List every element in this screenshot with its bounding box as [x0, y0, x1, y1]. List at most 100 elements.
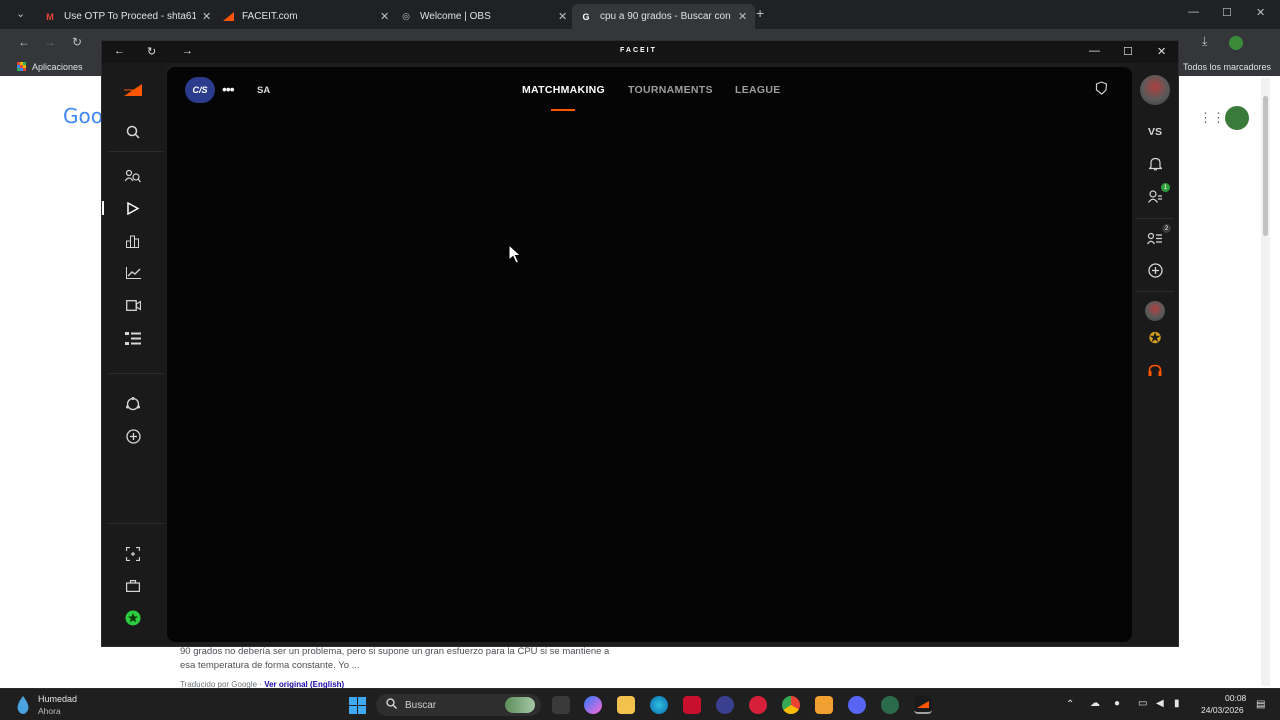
chrome-icon[interactable] [782, 696, 800, 714]
faceit-logo-icon[interactable] [122, 79, 144, 101]
party-count-badge: 2 [1162, 224, 1171, 233]
forward-icon[interactable]: → [182, 45, 193, 57]
party-member-avatar[interactable] [1145, 301, 1165, 321]
tray-chevron-icon[interactable]: ⌃ [1066, 699, 1074, 710]
tab-faceit[interactable]: FACEIT.com ✕ [214, 4, 397, 29]
faceit-icon [222, 11, 234, 23]
obs-icon[interactable] [716, 696, 734, 714]
reload-icon[interactable]: ↻ [147, 45, 156, 58]
tab-search-chevron-icon[interactable]: ⌄ [16, 7, 25, 20]
back-icon[interactable]: ← [18, 35, 30, 49]
result-snippet: 90 grados no debería ser un problema, pe… [180, 646, 610, 657]
xbox-icon[interactable] [881, 696, 899, 714]
maximize-icon[interactable]: ☐ [1123, 45, 1133, 58]
versus-label[interactable]: VS [1144, 121, 1166, 143]
new-tab-icon[interactable]: + [756, 5, 764, 21]
game-selector-badge[interactable]: C/S [185, 77, 215, 103]
fullscreen-icon[interactable] [122, 543, 144, 565]
google-logo-text: Goo [63, 104, 103, 128]
task-view-icon[interactable] [552, 696, 570, 714]
display-icon[interactable]: ▭ [1138, 698, 1147, 709]
globe-icon: ◎ [402, 11, 410, 21]
close-tab-icon[interactable]: ✕ [202, 10, 211, 23]
close-window-icon[interactable]: ✕ [1256, 6, 1265, 19]
microphone-icon[interactable]: ● [1114, 698, 1120, 709]
battery-icon[interactable]: ▮ [1174, 698, 1180, 709]
faceit-titlebar: ← ↻ → FACEIT — ☐ ✕ [102, 41, 1178, 63]
taskbar-search-box[interactable]: Buscar [376, 694, 541, 716]
volume-icon[interactable]: ◀ [1156, 698, 1164, 709]
edge-icon[interactable] [650, 696, 668, 714]
tab-matchmaking[interactable]: MATCHMAKING [522, 84, 605, 96]
user-avatar[interactable] [1140, 75, 1170, 105]
windows-start-icon[interactable] [349, 697, 366, 714]
reload-icon[interactable]: ↻ [72, 35, 82, 49]
profile-avatar[interactable] [1229, 36, 1243, 50]
close-tab-icon[interactable]: ✕ [738, 10, 747, 23]
weather-title[interactable]: Humedad [38, 694, 77, 704]
premium-star-icon[interactable] [122, 607, 144, 629]
add-circle-icon[interactable] [1144, 259, 1166, 281]
apps-grid-icon [17, 62, 26, 71]
weather-icon[interactable] [14, 695, 32, 715]
faceit-taskbar-icon[interactable] [914, 696, 932, 714]
notifications-bell-icon[interactable] [1144, 153, 1166, 175]
tab-league[interactable]: LEAGUE [735, 84, 781, 96]
tab-title: Use OTP To Proceed - shta6120 [64, 11, 196, 22]
rankings-icon[interactable] [122, 230, 144, 252]
windows-taskbar: Humedad Ahora Buscar ⌃ ☁ ● ▭ ◀ ▮ 00:08 2… [0, 688, 1280, 720]
clock-time[interactable]: 00:08 [1225, 693, 1246, 703]
search-icon[interactable] [122, 121, 144, 143]
copilot-icon[interactable] [584, 696, 602, 714]
weather-subtitle: Ahora [38, 706, 61, 716]
faceit-right-sidebar: VS 1 2 ✪ [1132, 63, 1178, 646]
discord-icon[interactable] [848, 696, 866, 714]
file-explorer-icon[interactable] [617, 696, 635, 714]
play-icon[interactable] [122, 197, 144, 219]
active-tab-indicator [551, 109, 575, 111]
find-players-icon[interactable] [122, 165, 144, 187]
clubs-icon[interactable] [122, 393, 144, 415]
tab-gmail[interactable]: M Use OTP To Proceed - shta6120 ✕ [36, 4, 219, 29]
download-icon[interactable]: ⤓ [1202, 34, 1207, 49]
stats-chart-icon[interactable] [122, 262, 144, 284]
video-icon[interactable] [122, 294, 144, 316]
result-snippet: esa temperatura de forma constante. Yo .… [180, 660, 360, 671]
shield-icon[interactable] [1095, 81, 1108, 100]
character-avatar-icon[interactable]: ✪ [1145, 328, 1165, 348]
google-icon: G [582, 11, 590, 22]
friends-count-badge: 1 [1161, 183, 1170, 192]
mouse-cursor [508, 243, 522, 269]
more-options-icon[interactable]: ••• [222, 77, 235, 101]
close-tab-icon[interactable]: ✕ [380, 10, 389, 23]
maximize-icon[interactable]: ☐ [1222, 6, 1232, 19]
google-logo: Goo [63, 104, 103, 128]
faceit-window: ← ↻ → FACEIT — ☐ ✕ C/S ••• SA MATCHMAKIN… [101, 40, 1179, 647]
region-label[interactable]: SA [257, 85, 270, 96]
tab-tournaments[interactable]: TOURNAMENTS [628, 84, 713, 96]
briefcase-icon[interactable] [122, 575, 144, 597]
bookmark-apps[interactable]: Aplicaciones [32, 62, 83, 72]
close-window-icon[interactable]: ✕ [1157, 45, 1166, 58]
app-icon[interactable] [815, 696, 833, 714]
google-account-avatar[interactable] [1225, 106, 1249, 130]
add-circle-icon[interactable] [122, 425, 144, 447]
all-bookmarks[interactable]: Todos los marcadores [1183, 62, 1271, 72]
onedrive-icon[interactable]: ☁ [1090, 698, 1100, 709]
tab-obs[interactable]: ◎ Welcome | OBS ✕ [392, 4, 575, 29]
minimize-icon[interactable]: — [1089, 45, 1100, 57]
close-tab-icon[interactable]: ✕ [558, 10, 567, 23]
minimize-icon[interactable]: — [1188, 6, 1199, 18]
browser-tab-strip: ⌄ M Use OTP To Proceed - shta6120 ✕ FACE… [0, 0, 1280, 29]
opera-icon[interactable] [749, 696, 767, 714]
back-icon[interactable]: ← [114, 45, 125, 57]
missions-list-icon[interactable] [122, 327, 144, 349]
forward-icon[interactable]: → [44, 35, 56, 49]
notification-center-icon[interactable]: ▤ [1256, 699, 1265, 710]
support-headset-icon[interactable] [1144, 359, 1166, 381]
page-scrollbar[interactable] [1261, 78, 1270, 686]
tab-google-search[interactable]: G cpu a 90 grados - Buscar con G ✕ [572, 4, 756, 29]
mcafee-icon[interactable] [683, 696, 701, 714]
clock-date[interactable]: 24/03/2026 [1201, 705, 1244, 715]
search-icon [386, 698, 397, 712]
